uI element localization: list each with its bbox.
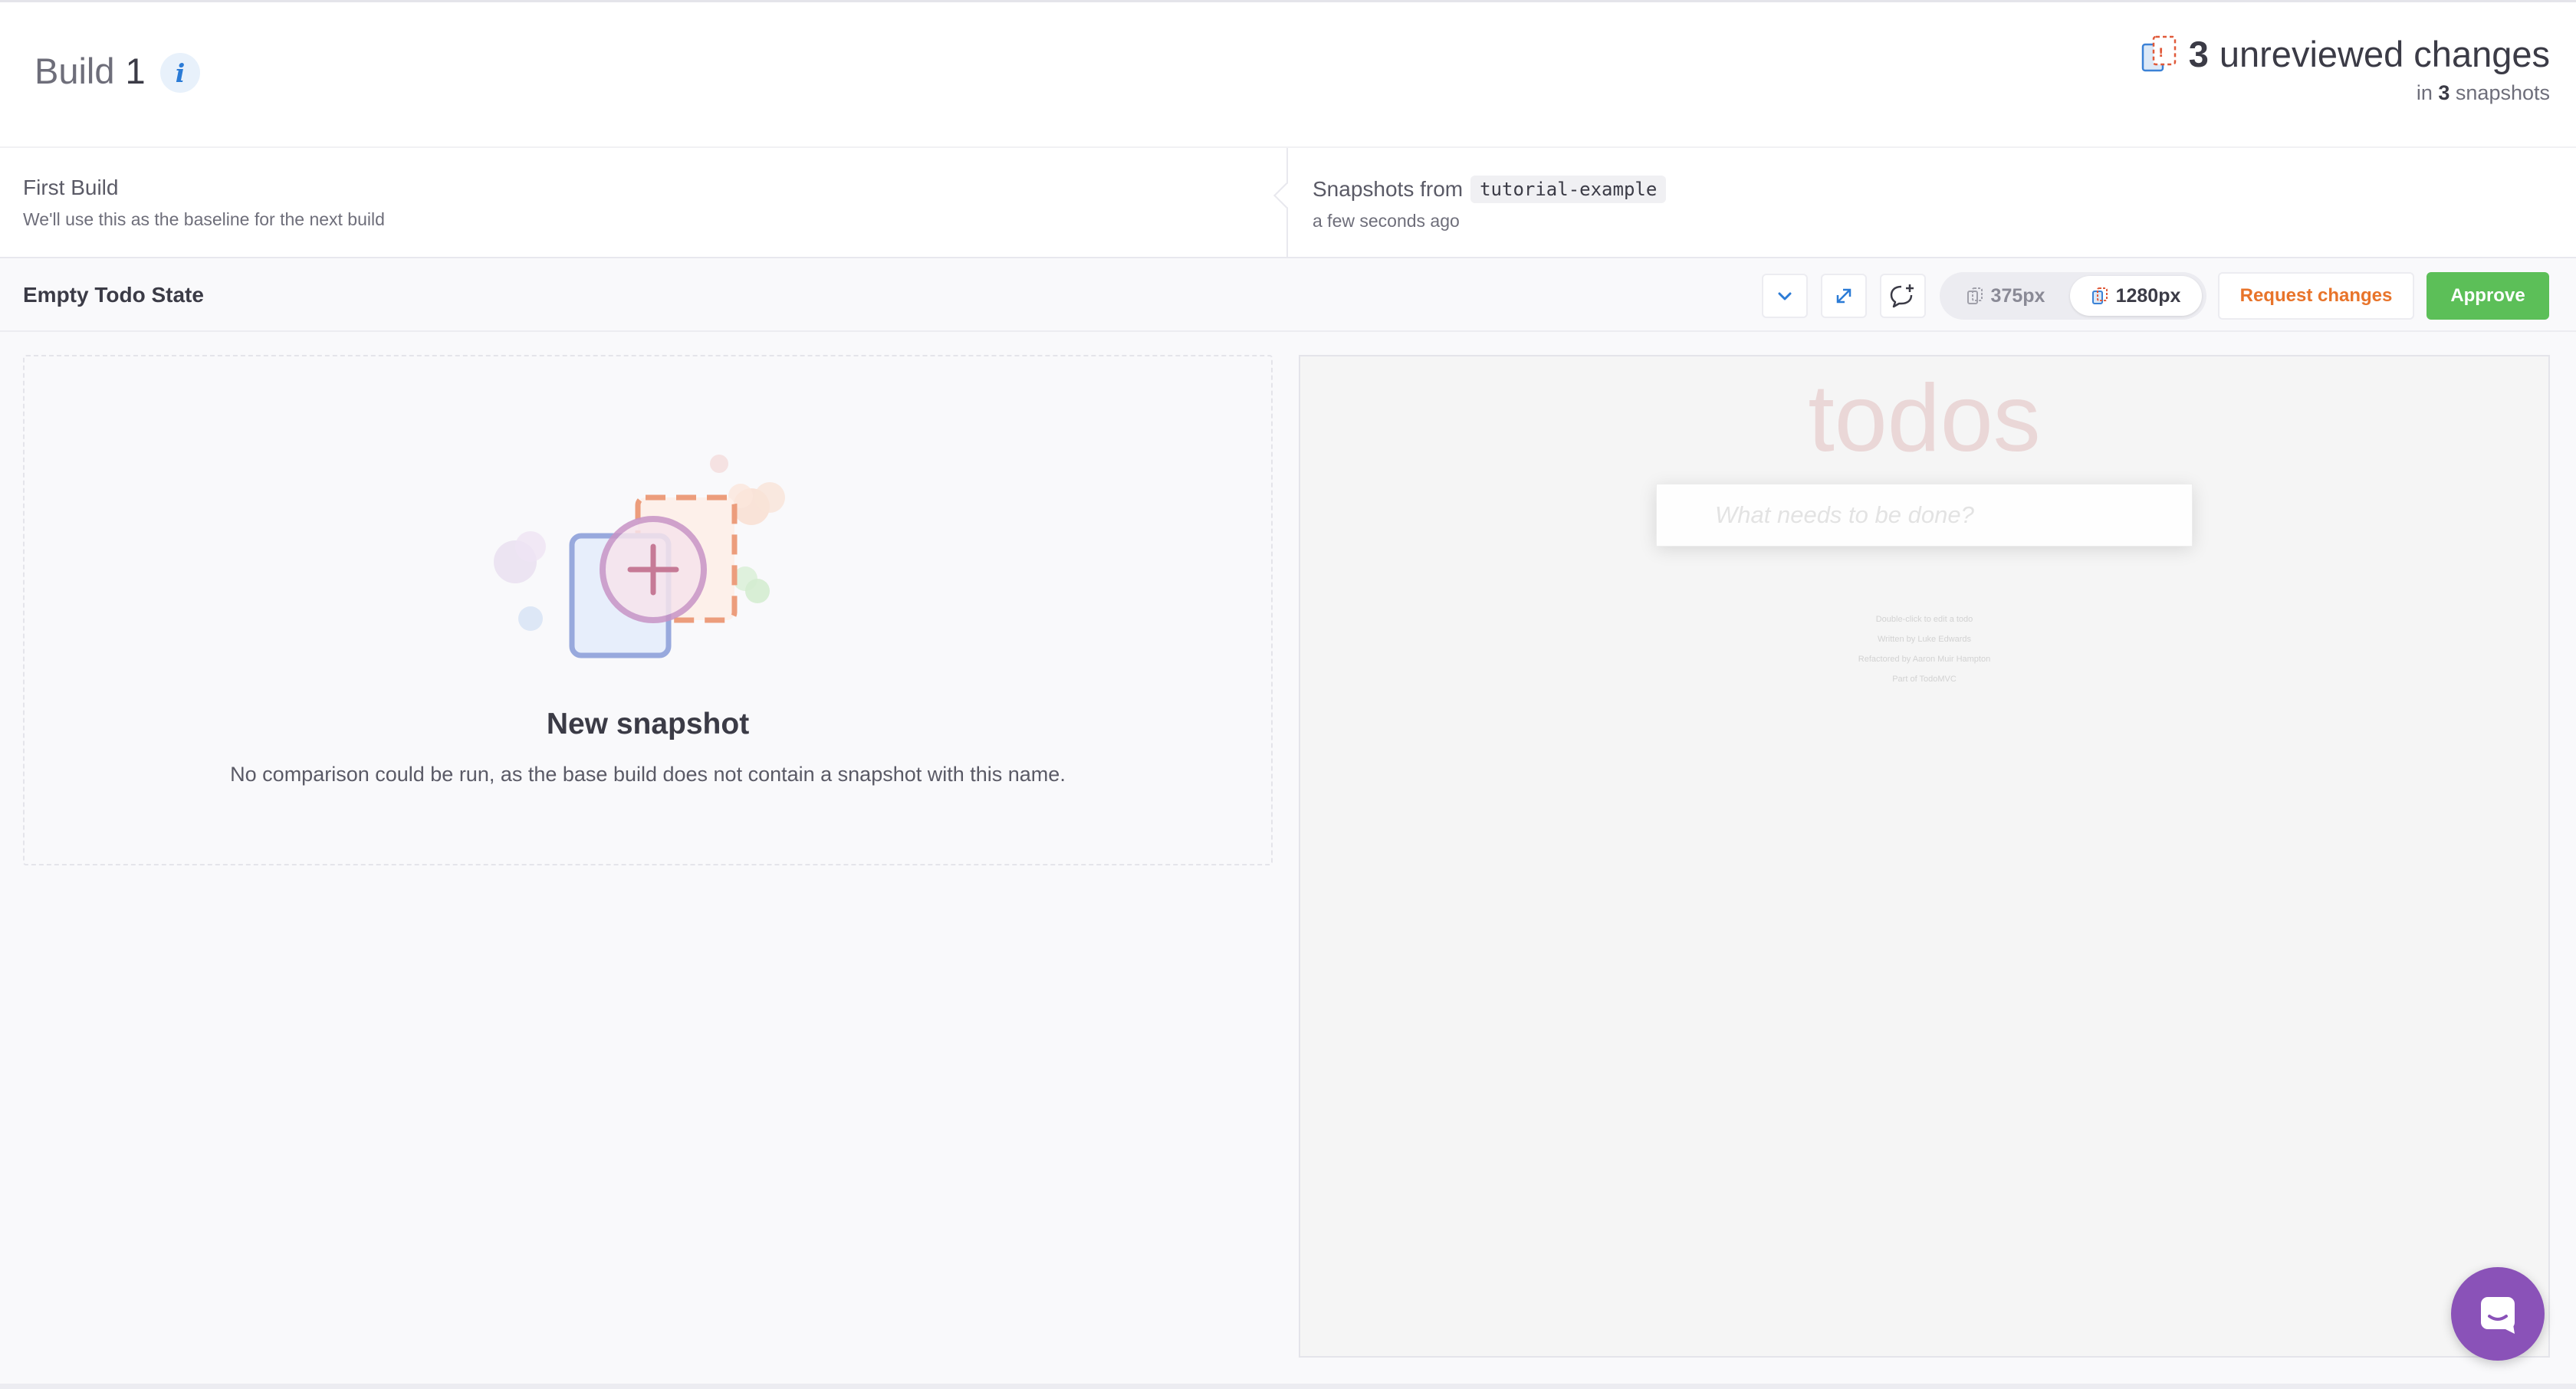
snapshot-count: 3 [2438,81,2450,104]
chevron-down-icon [1778,292,1792,300]
todos-app-title: todos [1808,366,2041,471]
changes-label: unreviewed changes [2219,34,2550,74]
width-option-1280[interactable]: 1280px [2070,276,2202,316]
add-comment-button[interactable] [1880,274,1926,318]
todo-input: What needs to be done? [1656,484,2193,547]
build-label: Build [34,51,115,91]
new-snapshot-title: New snapshot [546,708,750,740]
info-icon[interactable]: i [160,53,200,93]
expand-icon [1836,288,1852,304]
new-snapshot-description: No comparison could be run, as the base … [230,763,1066,786]
snapshot-width-icon [2091,287,2108,304]
request-changes-button[interactable]: Request changes [2218,272,2414,320]
base-build-info: First Build We'll use this as the baseli… [23,176,385,230]
collapse-button[interactable] [1762,274,1808,318]
todo-input-placeholder: What needs to be done? [1715,501,1974,528]
baseline-arrow [1273,182,1300,209]
footer-line: Written by Luke Edwards [1877,635,1972,644]
svg-text:!: ! [2158,45,2164,60]
base-build-title: First Build [23,176,119,199]
chat-launcher-button[interactable] [2451,1267,2545,1361]
footer-line: Part of TodoMVC [1892,675,1957,684]
head-snapshot-preview[interactable]: todos What needs to be done? Double-clic… [1299,355,2550,1358]
snapshots-from-label: Snapshots from [1313,177,1464,201]
head-build-time: a few seconds ago [1313,211,1460,231]
width-toggle: 375px 1280px [1940,272,2206,320]
baseline-bar: First Build We'll use this as the baseli… [0,146,2576,258]
width-label-375: 375px [1990,284,2045,307]
snapshot-name: Empty Todo State [23,283,204,307]
in-label: in [2416,81,2433,104]
build-header: Build 1 i ! 3 unreviewed changes in 3 sn… [0,2,2576,146]
head-build-info: Snapshots from tutorial-example a few se… [1313,176,1667,232]
todos-footer: Double-click to edit a todo Written by L… [1300,609,2548,689]
branch-name: tutorial-example [1470,176,1667,203]
snapshot-comparison: New snapshot No comparison could be run,… [0,332,2576,1384]
build-title: Build 1 [34,50,146,92]
approve-button[interactable]: Approve [2426,272,2549,320]
new-snapshot-illustration [494,455,785,658]
width-option-375[interactable]: 375px [1944,276,2067,316]
build-number: 1 [125,51,146,91]
snapshot-header: Empty Todo State 375px 1280px Request ch… [0,258,2576,332]
base-build-subtitle: We'll use this as the baseline for the n… [23,209,385,229]
footer-line: Double-click to edit a todo [1875,615,1973,624]
chat-icon [2481,1297,2515,1334]
changes-count: 3 [2188,34,2209,74]
bottom-border [0,1384,2576,1389]
unreviewed-changes-summary: ! 3 unreviewed changes in 3 snapshots [2140,33,2550,105]
width-label-1280: 1280px [2115,284,2181,307]
footer-line: Refactored by Aaron Muir Hampton [1858,655,1991,664]
stacked-snapshots-icon: ! [2141,35,2176,71]
snapshot-width-icon [1967,287,1983,304]
fullscreen-button[interactable] [1821,274,1867,318]
add-comment-icon [1890,284,1914,308]
base-snapshot-panel: New snapshot No comparison could be run,… [23,355,1273,865]
snapshots-label: snapshots [2455,81,2550,104]
